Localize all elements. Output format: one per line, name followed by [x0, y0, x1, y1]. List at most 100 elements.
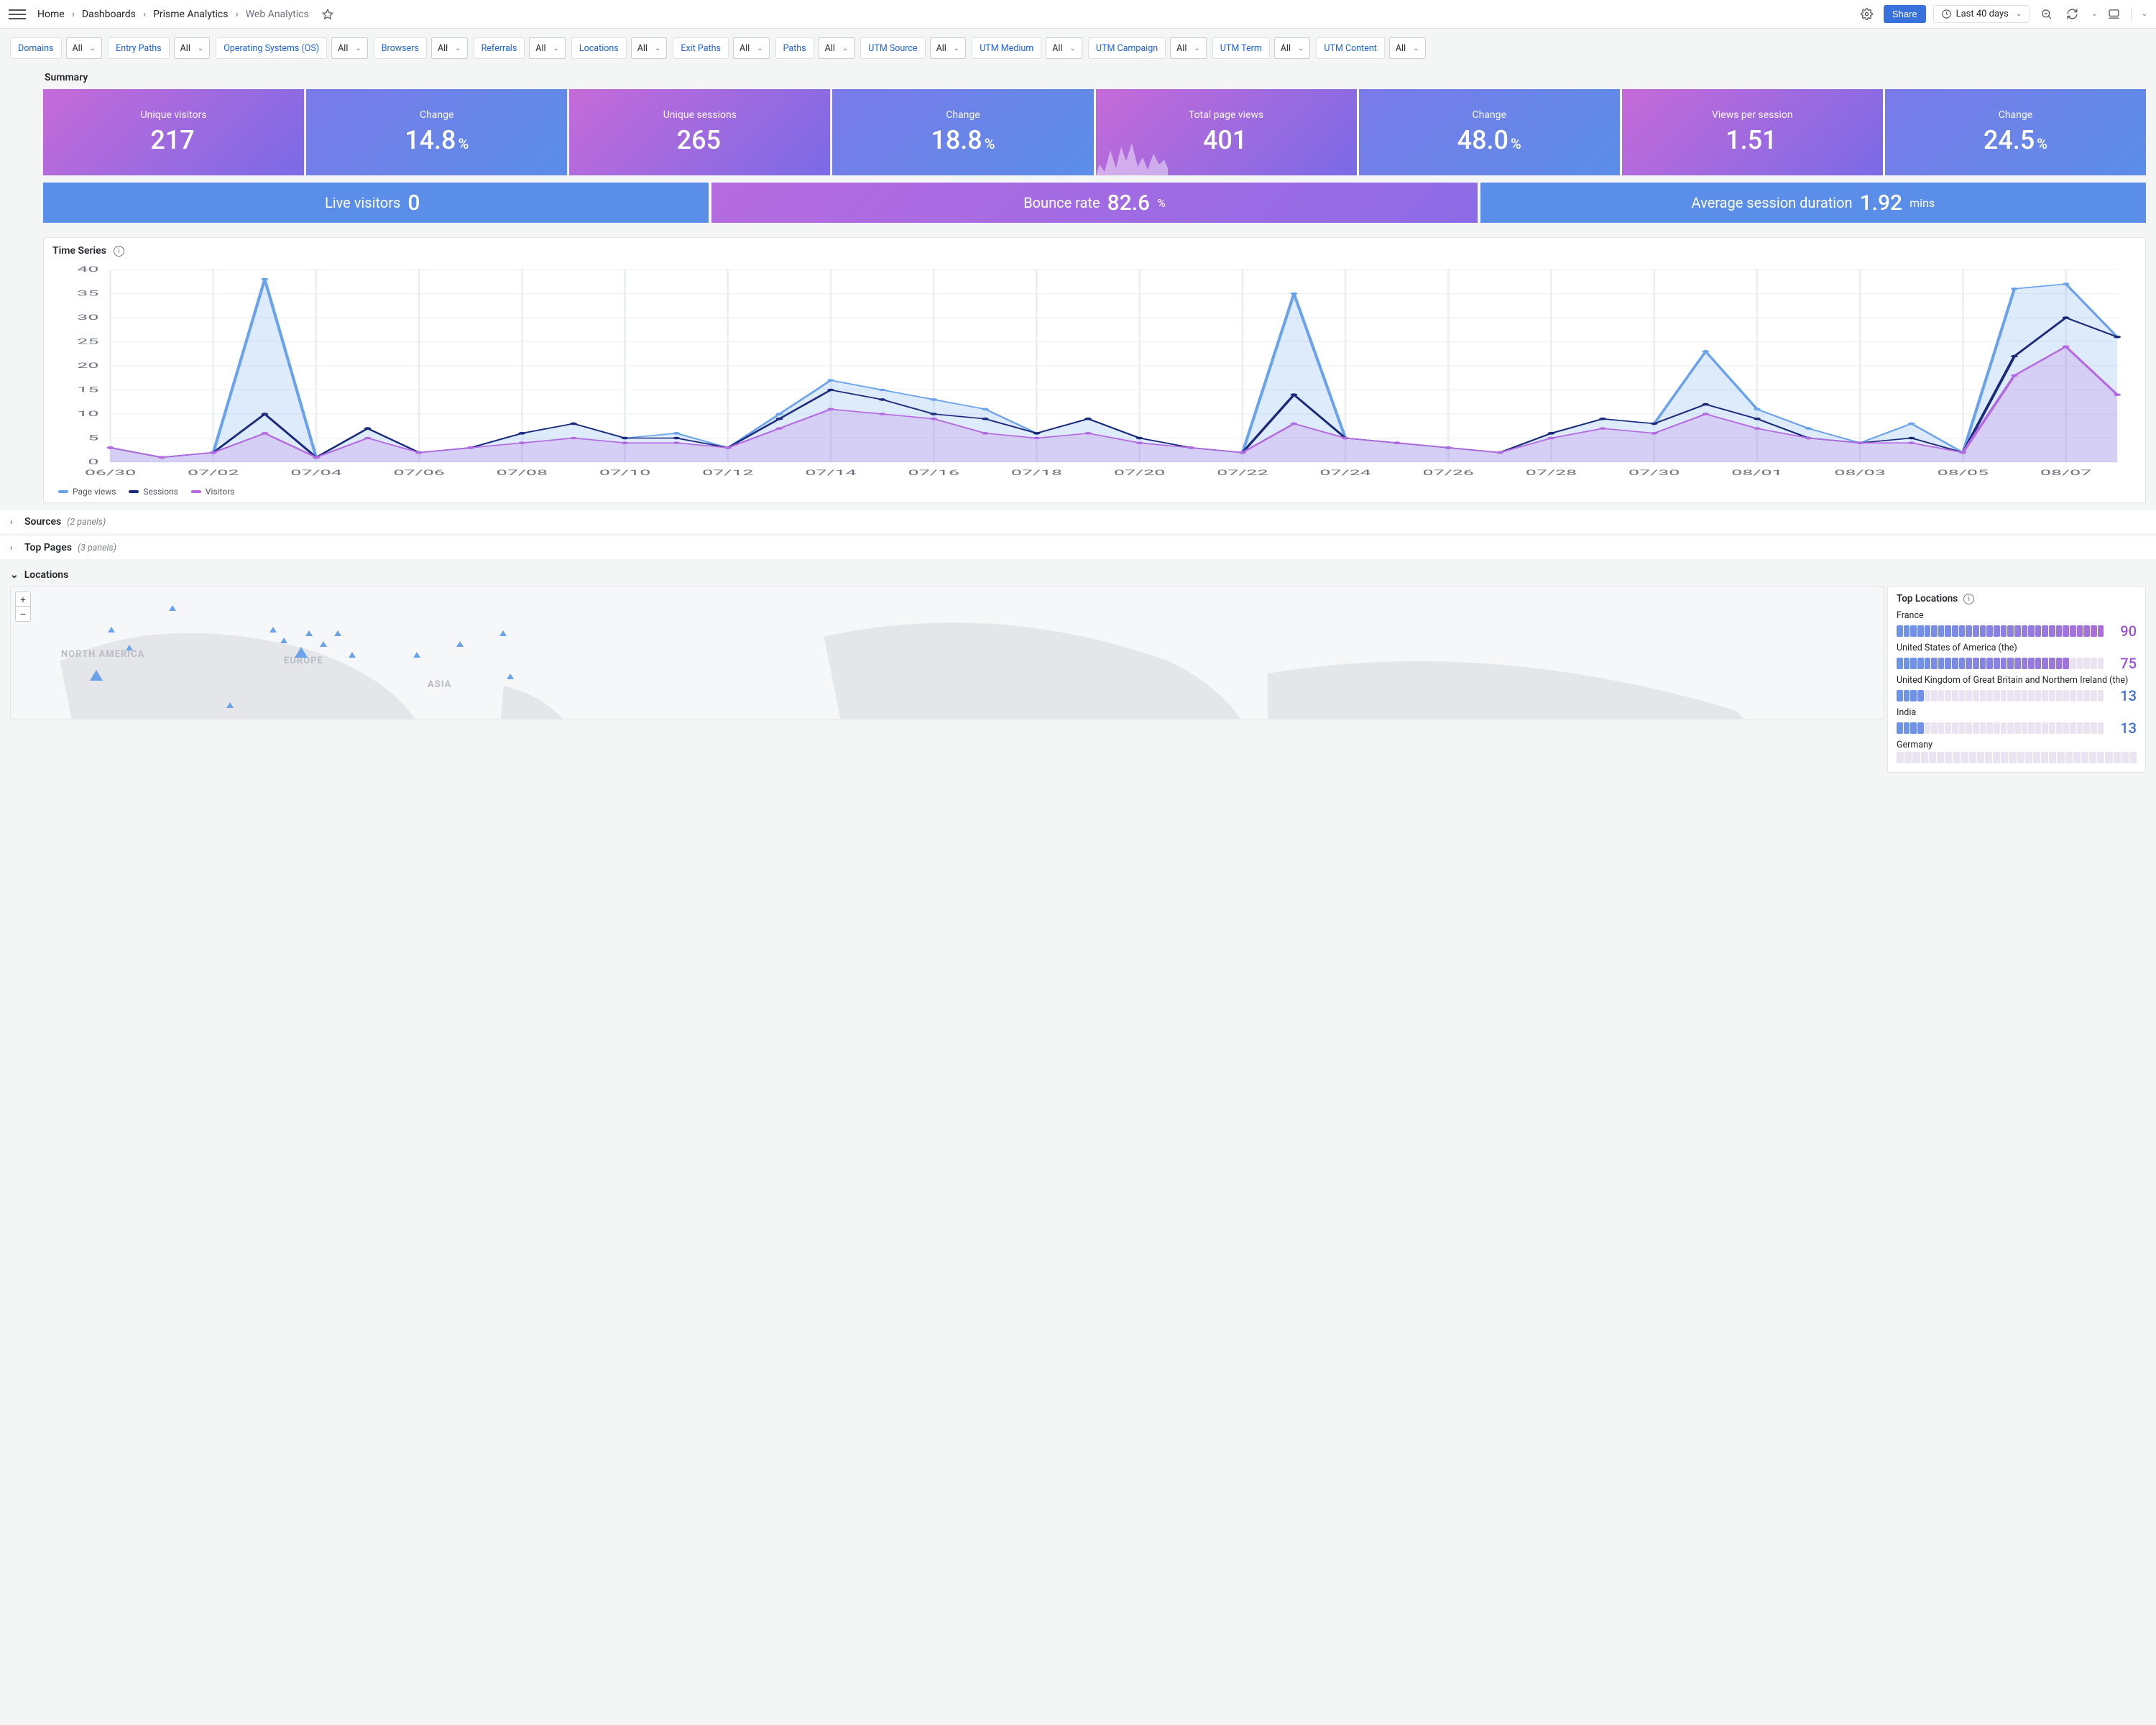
kpi-wide-card[interactable]: Live visitors 0 — [43, 183, 709, 223]
kpi-wide-card[interactable]: Bounce rate 82.6% — [711, 183, 1477, 223]
legend-item[interactable]: Page views — [58, 487, 116, 497]
filter-label[interactable]: Browsers — [379, 43, 422, 54]
svg-text:10: 10 — [77, 410, 98, 418]
svg-text:07/26: 07/26 — [1423, 469, 1474, 477]
kpi-card[interactable]: Change 48.0% — [1359, 89, 1620, 175]
filter-label[interactable]: Referrals — [479, 43, 520, 54]
filter-select[interactable]: All ⌄ — [331, 37, 368, 59]
filter-label[interactable]: Paths — [780, 43, 809, 54]
filter-label[interactable]: UTM Term — [1217, 43, 1265, 54]
kpi-card[interactable]: Change 14.8% — [306, 89, 567, 175]
zoom-out-icon[interactable] — [2037, 5, 2055, 24]
kpi-card[interactable]: Change 18.8% — [832, 89, 1093, 175]
location-row[interactable]: Germany — [1897, 740, 2137, 763]
legend-label: Sessions — [143, 487, 178, 497]
kpi-value: 217 — [150, 125, 196, 155]
kpi-card[interactable]: Views per session 1.51 — [1622, 89, 1883, 175]
kpi-label: Unique visitors — [135, 109, 213, 121]
info-icon[interactable]: i — [1963, 594, 1974, 604]
kpi-label: Change — [940, 109, 985, 121]
filter-label[interactable]: UTM Content — [1321, 43, 1379, 54]
legend-item[interactable]: Visitors — [191, 487, 235, 497]
filter-select[interactable]: All ⌄ — [930, 37, 967, 59]
filter-select[interactable]: All ⌄ — [733, 37, 770, 59]
locations-header[interactable]: ⌄ Locations — [10, 566, 2146, 586]
timeseries-title: Time Series — [52, 245, 106, 257]
kpi-value: 0 — [407, 190, 420, 216]
map-panel[interactable]: + − NORTH AMERICAEUROPEASIA — [10, 586, 1884, 719]
chevron-down-icon: ⌄ — [90, 45, 96, 52]
filter-utm-content: UTM Content — [1316, 37, 1384, 59]
location-bar — [1897, 658, 2104, 669]
share-button[interactable]: Share — [1884, 5, 1926, 23]
filter-label[interactable]: UTM Campaign — [1093, 43, 1161, 54]
svg-text:08/03: 08/03 — [1834, 469, 1885, 477]
location-row[interactable]: France 90 — [1897, 610, 2137, 640]
filter-select[interactable]: All ⌄ — [1046, 37, 1082, 59]
monitor-icon[interactable] — [2105, 5, 2124, 24]
svg-text:08/05: 08/05 — [1938, 469, 1989, 477]
chevron-down-icon[interactable]: ⌄ — [2091, 10, 2097, 18]
filter-label[interactable]: UTM Source — [865, 43, 920, 54]
location-row[interactable]: United Kingdom of Great Britain and Nort… — [1897, 675, 2137, 704]
filter-select[interactable]: All ⌄ — [819, 37, 855, 59]
section-top pages[interactable]: › Top Pages (3 panels) — [0, 536, 2156, 559]
filter-label[interactable]: UTM Medium — [977, 43, 1036, 54]
info-icon[interactable]: i — [114, 246, 124, 257]
filter-label[interactable]: Domains — [15, 43, 57, 54]
top-locations-panel: Top Locations i France 90United States o… — [1887, 586, 2146, 773]
location-name: France — [1897, 610, 2137, 621]
map-zoom-out[interactable]: − — [16, 607, 30, 621]
chevron-down-icon: ⌄ — [655, 45, 660, 52]
breadcrumb-dashboards[interactable]: Dashboards — [82, 9, 136, 20]
settings-icon[interactable] — [1858, 5, 1876, 24]
date-range-label: Last 40 days — [1956, 9, 2009, 19]
summary-section: Summary Unique visitors 217Change 14.8%U… — [0, 68, 2156, 231]
filter-utm-medium: UTM Medium — [972, 37, 1041, 59]
breadcrumb-prisme[interactable]: Prisme Analytics — [153, 9, 228, 20]
chevron-down-icon[interactable]: ⌄ — [2142, 10, 2147, 18]
kpi-value: 401 — [1203, 125, 1249, 155]
filter-label[interactable]: Operating Systems (OS) — [221, 43, 322, 54]
section-sources[interactable]: › Sources (2 panels) — [0, 510, 2156, 533]
filter-select[interactable]: All ⌄ — [1170, 37, 1207, 59]
chevron-down-icon: ⌄ — [553, 45, 559, 52]
filter-select[interactable]: All ⌄ — [529, 37, 566, 59]
locations-title: Locations — [24, 569, 69, 581]
kpi-value: 48.0% — [1457, 125, 1521, 155]
location-name: United Kingdom of Great Britain and Nort… — [1897, 675, 2137, 686]
filter-select[interactable]: All ⌄ — [66, 37, 103, 59]
kpi-card[interactable]: Change 24.5% — [1885, 89, 2146, 175]
filter-select[interactable]: All ⌄ — [174, 37, 211, 59]
location-row[interactable]: India 13 — [1897, 707, 2137, 737]
kpi-card[interactable]: Unique sessions 265 — [569, 89, 830, 175]
date-range-picker[interactable]: Last 40 days ⌄ — [1933, 5, 2030, 23]
chevron-down-icon: ⌄ — [842, 45, 848, 52]
filter-label[interactable]: Exit Paths — [678, 43, 724, 54]
kpi-row: Unique visitors 217Change 14.8%Unique se… — [43, 89, 2146, 175]
kpi-value: 265 — [677, 125, 723, 155]
filter-label[interactable]: Entry Paths — [113, 43, 165, 54]
filter-select[interactable]: All ⌄ — [431, 37, 468, 59]
map-zoom-in[interactable]: + — [16, 592, 30, 607]
breadcrumb-home[interactable]: Home — [37, 9, 65, 20]
kpi-card[interactable]: Total page views 401 — [1096, 89, 1357, 175]
filter-paths: Paths — [775, 37, 814, 59]
chevron-right-icon: › — [10, 543, 19, 553]
filter-select[interactable]: All ⌄ — [1389, 37, 1426, 59]
kpi-card[interactable]: Unique visitors 217 — [43, 89, 304, 175]
filter-label[interactable]: Locations — [576, 43, 622, 54]
kpi-label: Change — [414, 109, 459, 121]
filter-exit-paths: Exit Paths — [673, 37, 729, 59]
refresh-icon[interactable] — [2063, 5, 2081, 24]
hamburger-menu-icon[interactable] — [9, 6, 26, 23]
section-count: (2 panels) — [67, 517, 106, 528]
kpi-wide-card[interactable]: Average session duration 1.92mins — [1480, 183, 2146, 223]
filter-select[interactable]: All ⌄ — [1274, 37, 1311, 59]
legend-item[interactable]: Sessions — [129, 487, 178, 497]
star-icon[interactable] — [322, 9, 333, 20]
filter-select[interactable]: All ⌄ — [631, 37, 668, 59]
timeseries-chart[interactable]: 051015202530354006/3007/0207/0407/0607/0… — [44, 261, 2145, 485]
location-row[interactable]: United States of America (the) 75 — [1897, 643, 2137, 672]
svg-text:5: 5 — [88, 433, 98, 442]
